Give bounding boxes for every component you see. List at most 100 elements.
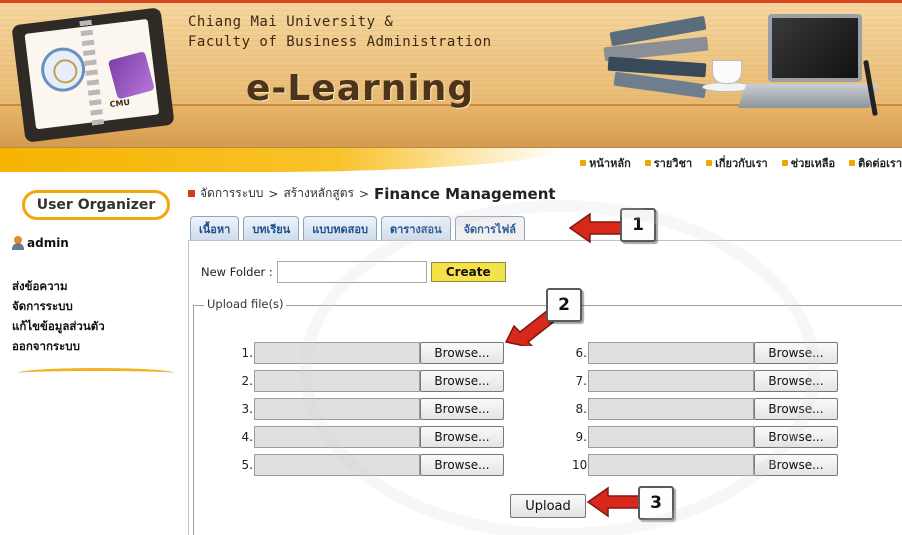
tab-file-management[interactable]: จัดการไฟล์ (454, 216, 525, 240)
current-user: admin (12, 236, 69, 250)
file-row: 6. Browse... (572, 342, 838, 364)
file-row-number: 4. (241, 430, 253, 444)
teacup-illustration (712, 60, 742, 84)
nav-item-label: ช่วยเหลือ (790, 157, 836, 170)
tab-panel: New Folder : Create Upload file(s) 1. Br… (188, 240, 902, 535)
banner-top-line (0, 0, 902, 3)
create-folder-button[interactable]: Create (430, 262, 506, 282)
browse-button[interactable]: Browse... (420, 370, 504, 392)
file-row: 9. Browse... (572, 426, 838, 448)
browse-button[interactable]: Browse... (420, 426, 504, 448)
logo-text: CMU (109, 97, 131, 110)
sidebar-menu: ส่งข้อความ จัดการระบบ แก้ไขข้อมูลส่วนตัว… (12, 276, 105, 356)
university-line-2: Faculty of Business Administration (188, 34, 492, 50)
laptop-base-illustration (737, 84, 879, 108)
browse-button[interactable]: Browse... (420, 342, 504, 364)
university-line-1: Chiang Mai University & (188, 14, 394, 30)
file-row-number: 3. (241, 402, 253, 416)
file-row: 3. Browse... (238, 398, 504, 420)
nav-strip: หน้าหลัก รายวิชา เกี่ยวกับเรา ช่วยเหลือ … (0, 148, 902, 180)
bullet-icon (849, 160, 856, 166)
nav-item-about[interactable]: เกี่ยวกับเรา (706, 154, 768, 172)
file-path-field[interactable] (254, 426, 420, 448)
nav-item-help[interactable]: ช่วยเหลือ (781, 154, 836, 172)
file-path-field[interactable] (588, 342, 754, 364)
nav-item-label: ติดต่อเรา (858, 157, 902, 170)
nav-item-contact[interactable]: ติดต่อเรา (849, 154, 902, 172)
sidebar-item-system-admin[interactable]: จัดการระบบ (12, 296, 105, 316)
new-folder-label: New Folder : (201, 265, 273, 279)
upload-button[interactable]: Upload (510, 494, 586, 518)
file-path-field[interactable] (588, 398, 754, 420)
callout-3: 3 (638, 486, 674, 520)
breadcrumb-item-system-admin[interactable]: จัดการระบบ (200, 184, 263, 203)
upload-legend: Upload file(s) (204, 297, 287, 311)
browse-button[interactable]: Browse... (754, 342, 838, 364)
bullet-icon (580, 160, 587, 166)
tab-content[interactable]: เนื้อหา (190, 216, 240, 240)
file-path-field[interactable] (254, 454, 420, 476)
file-path-field[interactable] (254, 398, 420, 420)
file-path-field[interactable] (588, 426, 754, 448)
sidebar: User Organizer admin ส่งข้อความ จัดการระ… (0, 180, 184, 535)
tab-schedule[interactable]: ตารางสอน (380, 216, 451, 240)
new-folder-row: New Folder : Create (201, 261, 506, 283)
nav-item-label: รายวิชา (653, 157, 693, 170)
sidebar-item-edit-profile[interactable]: แก้ไขข้อมูลส่วนตัว (12, 316, 105, 336)
file-row-number: 2. (241, 374, 253, 388)
laptop-screen-illustration (768, 14, 862, 82)
browse-button[interactable]: Browse... (754, 370, 838, 392)
breadcrumb-separator: > (268, 186, 279, 201)
callout-2: 2 (546, 288, 582, 322)
main-content: จัดการระบบ > สร้างหลักสูตร > Finance Man… (184, 180, 902, 535)
sidebar-item-send-message[interactable]: ส่งข้อความ (12, 276, 105, 296)
books-illustration (603, 15, 714, 106)
browse-button[interactable]: Browse... (420, 454, 504, 476)
file-row: 4. Browse... (238, 426, 504, 448)
browse-button[interactable]: Browse... (754, 398, 838, 420)
file-row: 5. Browse... (238, 454, 504, 476)
callout-1-arrow-icon (568, 212, 627, 244)
top-nav: หน้าหลัก รายวิชา เกี่ยวกับเรา ช่วยเหลือ … (580, 154, 902, 172)
file-row: 10. Browse... (572, 454, 838, 476)
university-seal-icon (38, 45, 88, 95)
nav-item-courses[interactable]: รายวิชา (644, 154, 693, 172)
breadcrumb: จัดการระบบ > สร้างหลักสูตร > Finance Man… (188, 184, 556, 203)
callout-3-arrow-icon (586, 486, 645, 518)
browse-button[interactable]: Browse... (420, 398, 504, 420)
tab-quizzes[interactable]: แบบทดสอบ (303, 216, 377, 240)
file-path-field[interactable] (588, 370, 754, 392)
nav-item-label: เกี่ยวกับเรา (715, 157, 768, 170)
breadcrumb-separator: > (358, 186, 369, 201)
sidebar-item-logout[interactable]: ออกจากระบบ (12, 336, 105, 356)
file-row-number: 7. (575, 374, 587, 388)
username: admin (27, 236, 69, 250)
file-row-number: 10. (572, 458, 592, 472)
user-organizer-header: User Organizer (22, 190, 170, 220)
app-title: e-Learning (246, 68, 475, 109)
tab-lessons[interactable]: บทเรียน (243, 216, 300, 240)
bullet-icon (781, 160, 788, 166)
file-row-number: 1. (241, 346, 253, 360)
nav-item-label: หน้าหลัก (589, 157, 631, 170)
orange-wave-decoration (0, 148, 560, 172)
file-row-number: 6. (575, 346, 587, 360)
file-row: 1. Browse... (238, 342, 504, 364)
file-row: 8. Browse... (572, 398, 838, 420)
browse-button[interactable]: Browse... (754, 426, 838, 448)
nav-item-home[interactable]: หน้าหลัก (580, 154, 631, 172)
file-path-field[interactable] (254, 342, 420, 364)
breadcrumb-current: Finance Management (374, 184, 556, 203)
browse-button[interactable]: Browse... (754, 454, 838, 476)
file-path-field[interactable] (254, 370, 420, 392)
file-path-field[interactable] (588, 454, 754, 476)
bullet-icon (706, 160, 713, 166)
breadcrumb-item-create-course[interactable]: สร้างหลักสูตร (283, 184, 353, 203)
sidebar-swoosh-decoration (18, 368, 174, 378)
file-row-number: 5. (241, 458, 253, 472)
file-row: 2. Browse... (238, 370, 504, 392)
callout-1: 1 (620, 208, 656, 242)
file-row: 7. Browse... (572, 370, 838, 392)
breadcrumb-bullet-icon (188, 190, 195, 197)
new-folder-input[interactable] (276, 261, 427, 283)
